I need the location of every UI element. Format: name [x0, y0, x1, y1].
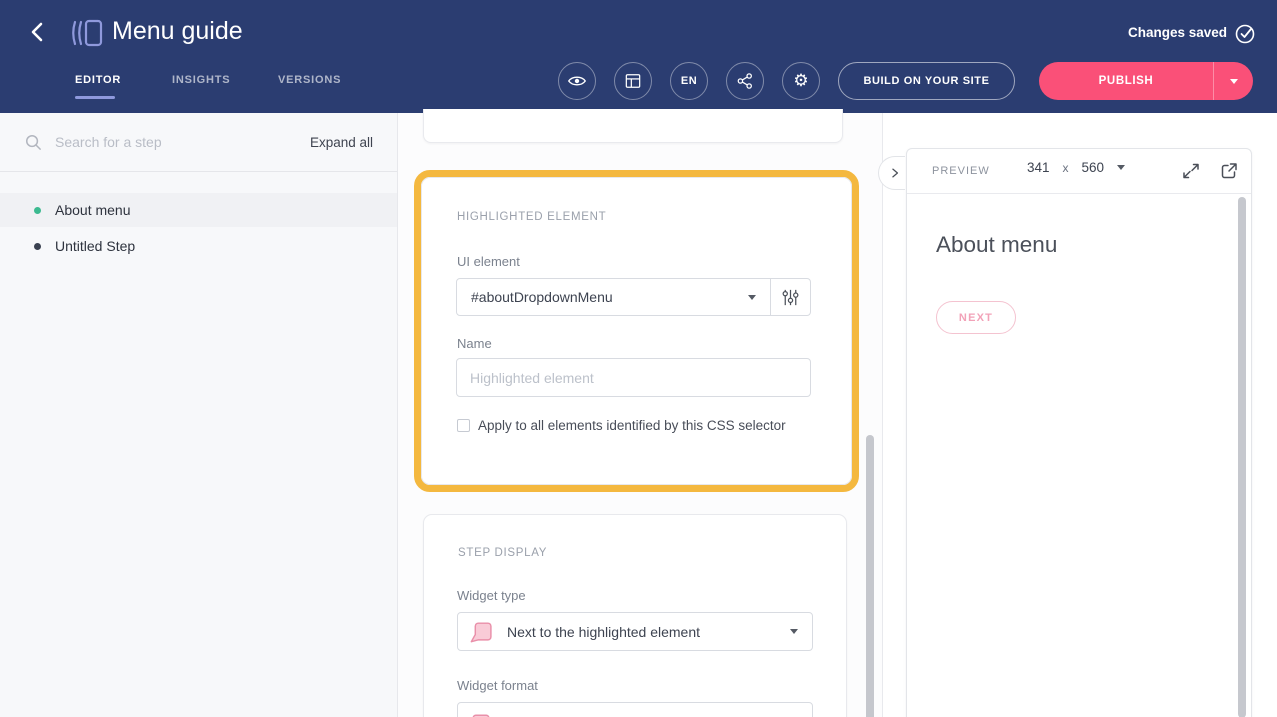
sliders-icon	[780, 287, 801, 308]
highlighted-element-card-outline: HIGHLIGHTED ELEMENT UI element #aboutDro…	[414, 170, 859, 492]
preview-title: PREVIEW	[932, 165, 990, 177]
page-title: Menu guide	[112, 17, 243, 46]
step-list: About menu Untitled Step	[0, 193, 397, 265]
section-title: STEP DISPLAY	[458, 547, 547, 559]
expand-icon	[1181, 161, 1201, 181]
format-widget-icon	[468, 709, 493, 717]
step-label: Untitled Step	[55, 238, 135, 254]
widget-type-value: Next to the highlighted element	[507, 624, 790, 640]
preview-height-value: 560	[1082, 160, 1105, 175]
apply-all-checkbox-row[interactable]: Apply to all elements identified by this…	[457, 418, 786, 433]
section-title: HIGHLIGHTED ELEMENT	[457, 211, 606, 223]
check-circle-icon	[1234, 22, 1257, 50]
share-button[interactable]	[726, 62, 764, 100]
open-preview-button[interactable]	[1218, 161, 1240, 183]
step-bullet	[34, 207, 41, 214]
layout-button[interactable]	[614, 62, 652, 100]
ui-element-value: #aboutDropdownMenu	[471, 289, 748, 305]
tooltip-widget-icon	[468, 619, 493, 644]
step-editor-panel: HIGHLIGHTED ELEMENT UI element #aboutDro…	[398, 113, 882, 717]
name-input[interactable]	[456, 358, 811, 397]
step-list-item-untitled-step[interactable]: Untitled Step	[0, 229, 397, 263]
tab-insights[interactable]: INSIGHTS	[172, 74, 230, 86]
preview-eye-button[interactable]	[558, 62, 596, 100]
chevron-left-icon	[26, 20, 50, 44]
widget-type-label: Widget type	[457, 588, 526, 603]
expand-preview-button[interactable]	[1180, 161, 1202, 183]
layout-icon	[623, 71, 643, 91]
step-bullet	[34, 243, 41, 250]
apply-all-checkbox[interactable]	[457, 419, 470, 432]
preview-zone: PREVIEW 341 x 560	[882, 113, 1277, 717]
app-window: Menu guide Changes saved EDITOR INSIGHTS…	[0, 0, 1277, 717]
tab-editor[interactable]: EDITOR	[75, 74, 121, 86]
chevron-down-icon	[1230, 79, 1238, 84]
search-icon	[24, 133, 43, 152]
preview-panel: PREVIEW 341 x 560	[906, 148, 1252, 717]
ui-element-select[interactable]: #aboutDropdownMenu	[457, 279, 770, 315]
preview-size-select[interactable]: 341 x 560	[1027, 160, 1125, 175]
settings-button[interactable]: ⚙	[782, 62, 820, 100]
external-link-icon	[1219, 161, 1239, 181]
tour-type-logo-icon	[70, 18, 104, 53]
step-search-input[interactable]	[55, 134, 310, 150]
widget-format-select[interactable]: Light	[457, 702, 813, 717]
step-display-card: STEP DISPLAY Widget type Next to the hig…	[423, 514, 847, 717]
size-separator: x	[1063, 161, 1069, 175]
name-label: Name	[457, 336, 492, 351]
chevron-down-icon	[1117, 165, 1125, 170]
widget-format-label: Widget format	[457, 678, 538, 693]
changes-saved-status: Changes saved	[1128, 25, 1227, 40]
preview-next-button[interactable]: NEXT	[936, 301, 1016, 334]
publish-dropdown-toggle[interactable]	[1213, 62, 1253, 100]
step-label: About menu	[55, 202, 131, 218]
step-list-item-about-menu[interactable]: About menu	[0, 193, 397, 227]
ui-element-label: UI element	[457, 254, 520, 269]
step-search-row: Expand all	[0, 113, 397, 172]
previous-settings-card-partial	[423, 109, 843, 143]
preview-header: PREVIEW 341 x 560	[907, 149, 1251, 194]
widget-format-value: Light	[507, 714, 790, 717]
element-selector-settings-button[interactable]	[770, 279, 810, 315]
chevron-down-icon	[748, 295, 756, 300]
collapse-preview-button[interactable]	[878, 156, 905, 190]
eye-icon	[566, 70, 588, 92]
preview-step-title: About menu	[936, 232, 1057, 258]
gear-icon: ⚙	[793, 73, 808, 90]
language-button[interactable]: EN	[670, 62, 708, 100]
top-header: Menu guide Changes saved EDITOR INSIGHTS…	[0, 0, 1277, 113]
chevron-right-icon	[888, 166, 902, 180]
back-button[interactable]	[24, 19, 52, 47]
tab-versions[interactable]: VERSIONS	[278, 74, 341, 86]
language-badge: EN	[681, 75, 697, 87]
active-tab-underline	[75, 96, 115, 99]
ui-element-select-group: #aboutDropdownMenu	[456, 278, 811, 316]
widget-type-select[interactable]: Next to the highlighted element	[457, 612, 813, 651]
preview-width-value: 341	[1027, 160, 1050, 175]
expand-all-link[interactable]: Expand all	[310, 135, 373, 150]
highlighted-element-card: HIGHLIGHTED ELEMENT UI element #aboutDro…	[421, 177, 852, 485]
apply-all-checkbox-label: Apply to all elements identified by this…	[478, 418, 786, 433]
chevron-down-icon	[790, 629, 798, 634]
editor-scrollbar[interactable]	[866, 435, 874, 717]
publish-button[interactable]: PUBLISH	[1039, 62, 1213, 100]
steps-sidebar: Expand all About menu Untitled Step	[0, 113, 398, 717]
build-on-your-site-button[interactable]: BUILD ON YOUR SITE	[838, 62, 1015, 100]
publish-button-group: PUBLISH	[1039, 62, 1253, 100]
share-icon	[735, 71, 755, 91]
preview-scrollbar[interactable]	[1238, 197, 1246, 717]
